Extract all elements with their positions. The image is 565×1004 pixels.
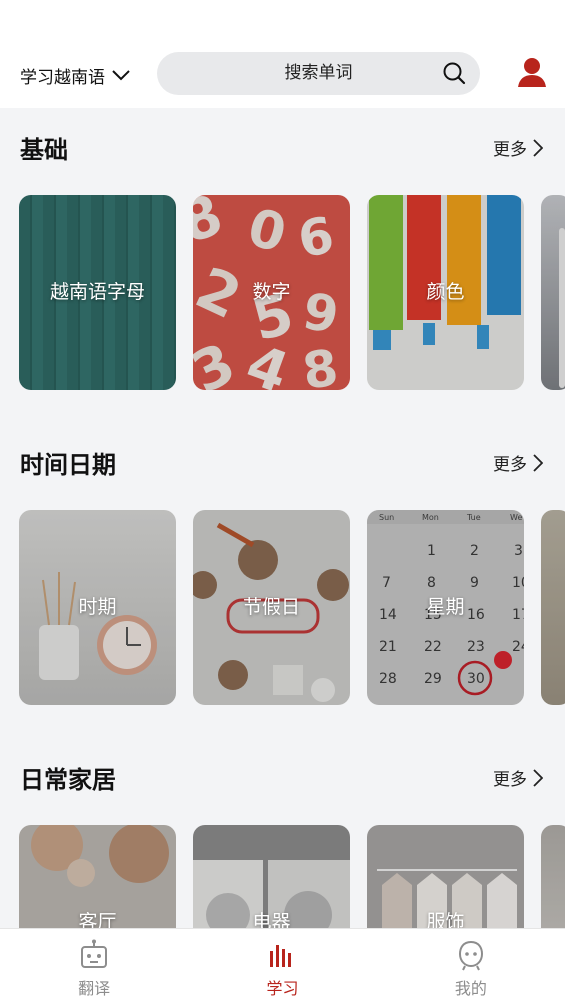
section-basics: 基础 更多 越南语字母 8 0 6 2 5 9 3 4 8 数字 颜色 bbox=[0, 108, 565, 423]
card-appliances[interactable]: 电器 bbox=[193, 825, 350, 928]
card-peek[interactable] bbox=[541, 825, 565, 928]
more-label: 更多 bbox=[493, 140, 527, 160]
search-placeholder: 搜索单词 bbox=[284, 63, 353, 83]
nav-study[interactable]: 学习 bbox=[188, 929, 376, 1004]
card-label: 颜色 bbox=[426, 281, 465, 303]
search-icon[interactable] bbox=[442, 61, 466, 85]
user-avatar-icon[interactable] bbox=[516, 56, 548, 88]
card-row: 越南语字母 8 0 6 2 5 9 3 4 8 数字 颜色 bbox=[19, 195, 565, 390]
more-link[interactable]: 更多 bbox=[493, 450, 543, 475]
card-weekday[interactable]: Sun Mon Tue We 123 78910 14151617 212223… bbox=[367, 510, 524, 705]
chevron-right-icon bbox=[533, 138, 543, 157]
more-label: 更多 bbox=[493, 455, 527, 475]
card-peek[interactable] bbox=[541, 510, 565, 705]
app-screen: 学习越南语 搜索单词 基础 更多 越南语字母 8 0 6 2 5 9 3 4 8… bbox=[0, 0, 565, 1004]
language-selector[interactable]: 学习越南语 bbox=[20, 64, 131, 88]
card-clothing[interactable]: 服饰 bbox=[367, 825, 524, 928]
card-period[interactable]: 时期 bbox=[19, 510, 176, 705]
card-label: 数字 bbox=[252, 281, 291, 303]
card-row: 客厅 电器 服饰 bbox=[19, 825, 565, 928]
top-header: 学习越南语 搜索单词 bbox=[0, 0, 565, 108]
card-label: 服饰 bbox=[426, 911, 465, 928]
card-label: 客厅 bbox=[78, 911, 117, 928]
card-label: 时期 bbox=[78, 596, 117, 618]
card-label: 越南语字母 bbox=[49, 281, 145, 303]
card-overlay bbox=[541, 825, 565, 928]
section-title: 日常家居 bbox=[20, 766, 116, 794]
section-home: 日常家居 更多 客厅 电器 服饰 bbox=[0, 738, 565, 928]
bars-icon bbox=[270, 945, 292, 967]
card-colors[interactable]: 颜色 bbox=[367, 195, 524, 390]
chevron-down-icon bbox=[112, 70, 130, 81]
card-holidays[interactable]: 节假日 bbox=[193, 510, 350, 705]
more-link[interactable]: 更多 bbox=[493, 135, 543, 160]
card-alphabet[interactable]: 越南语字母 bbox=[19, 195, 176, 390]
face-icon bbox=[458, 940, 483, 971]
language-label: 学习越南语 bbox=[20, 67, 105, 88]
card-overlay bbox=[541, 510, 565, 705]
chevron-right-icon bbox=[533, 768, 543, 787]
main-content[interactable]: 基础 更多 越南语字母 8 0 6 2 5 9 3 4 8 数字 颜色 时间日期… bbox=[0, 108, 565, 928]
more-label: 更多 bbox=[493, 770, 527, 790]
card-label: 星期 bbox=[426, 596, 465, 618]
more-link[interactable]: 更多 bbox=[493, 765, 543, 790]
card-label: 电器 bbox=[252, 911, 291, 928]
nav-label: 我的 bbox=[454, 979, 487, 998]
scrollbar[interactable] bbox=[559, 228, 565, 388]
nav-label: 学习 bbox=[266, 979, 299, 998]
search-bar[interactable]: 搜索单词 bbox=[157, 52, 480, 95]
chevron-right-icon bbox=[533, 453, 543, 472]
nav-label: 翻译 bbox=[78, 979, 111, 998]
nav-me[interactable]: 我的 bbox=[377, 929, 565, 1004]
bottom-navigation: 翻译 学习 我的 bbox=[0, 928, 565, 1004]
card-numbers[interactable]: 8 0 6 2 5 9 3 4 8 数字 bbox=[193, 195, 350, 390]
robot-icon bbox=[81, 939, 108, 968]
nav-translate[interactable]: 翻译 bbox=[0, 929, 188, 1004]
card-row: 时期 节假日 Sun Mon Tue We 1 2 3 7 8 9 1 14 1… bbox=[19, 510, 565, 705]
section-title: 基础 bbox=[20, 136, 68, 164]
card-living-room[interactable]: 客厅 bbox=[19, 825, 176, 928]
section-time-date: 时间日期 更多 时期 节假日 Sun Mon Tue We 1 2 3 7 8 … bbox=[0, 423, 565, 738]
section-title: 时间日期 bbox=[20, 451, 116, 479]
card-label: 节假日 bbox=[242, 596, 300, 618]
